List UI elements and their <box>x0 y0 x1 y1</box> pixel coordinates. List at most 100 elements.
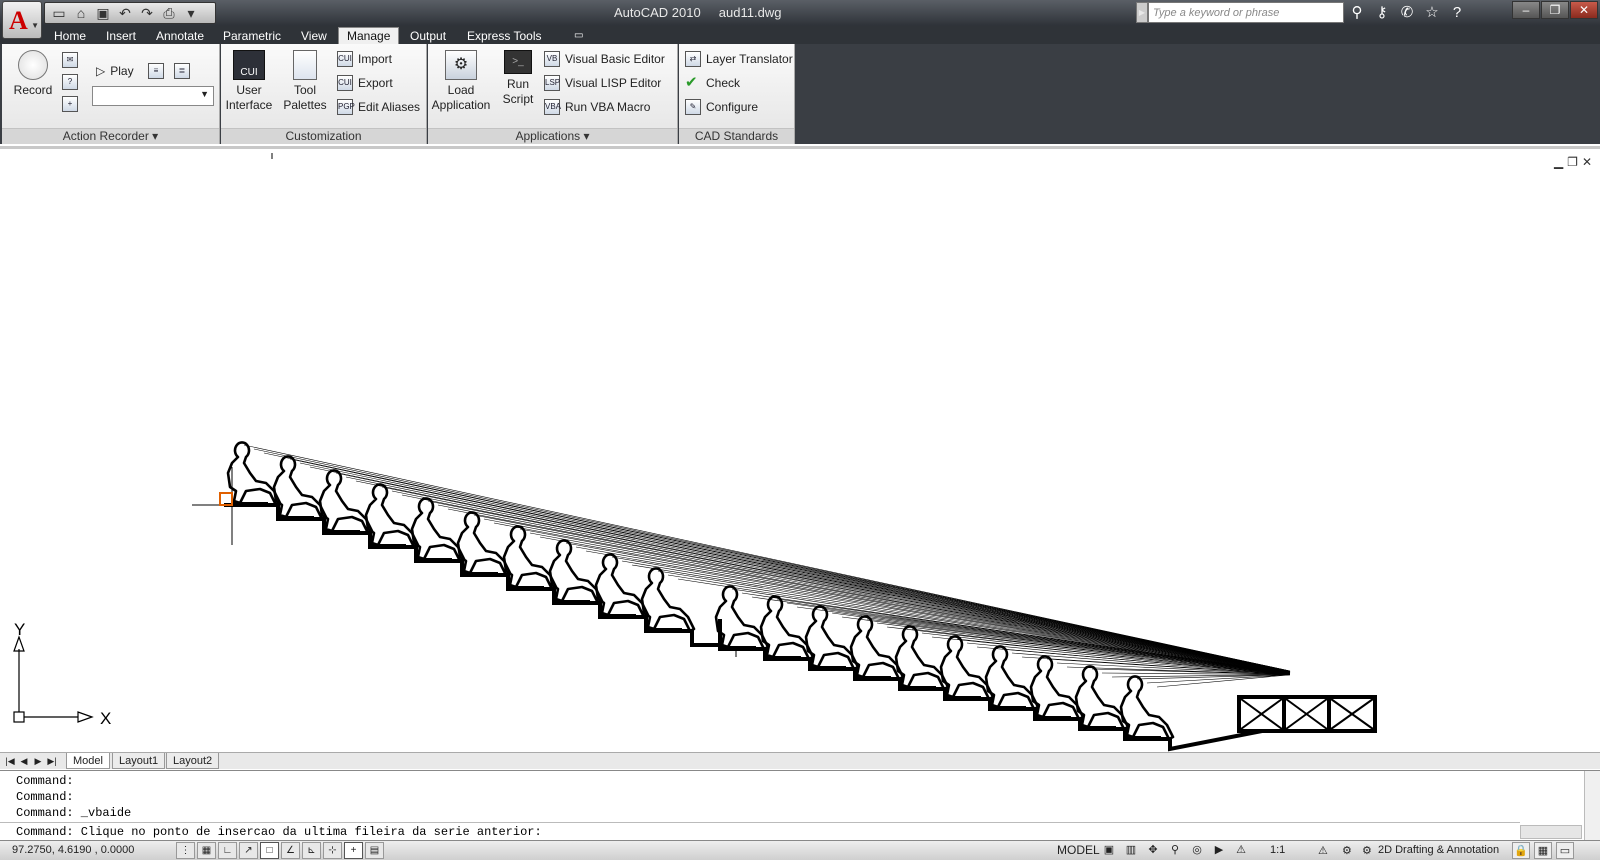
layer-translator-button[interactable]: ⇄ Layer Translator <box>685 50 793 68</box>
polar-toggle-icon[interactable]: ↗ <box>239 842 258 859</box>
tab-layout2[interactable]: Layout2 <box>166 753 220 769</box>
favorites-star-icon[interactable]: ☆ <box>1421 2 1443 23</box>
autocad-a-icon: A <box>9 6 28 35</box>
zoom-icon[interactable]: ⚲ <box>1166 842 1184 859</box>
run-vba-macro-button[interactable]: VBA Run VBA Macro <box>544 98 650 116</box>
lwt-toggle-icon[interactable]: + <box>344 842 363 859</box>
load-application-button[interactable]: ⚙ Load Application <box>430 50 492 113</box>
import-button[interactable]: CUI Import <box>337 50 392 68</box>
tab-insert[interactable]: Insert <box>98 28 144 44</box>
visual-lisp-editor-button[interactable]: LSP Visual LISP Editor <box>544 74 661 92</box>
help-icon[interactable]: ? <box>1446 2 1468 23</box>
annotation-scale-icon[interactable]: ⚠ <box>1232 842 1250 859</box>
showmotion-icon[interactable]: ▶ <box>1210 842 1228 859</box>
tab-parametric[interactable]: Parametric <box>215 28 289 44</box>
qp-toggle-icon[interactable]: ▤ <box>365 842 384 859</box>
application-menu-button[interactable]: A ▼ <box>2 1 42 39</box>
clean-screen-icon[interactable]: ▭ <box>1556 842 1574 859</box>
pan-icon[interactable]: ✥ <box>1144 842 1162 859</box>
new-icon[interactable]: ▭ <box>49 4 69 22</box>
record-button[interactable]: Record <box>10 50 56 98</box>
request-input-icon[interactable]: ? <box>62 74 78 90</box>
layout-tab-bar: |◀ ◀ ▶ ▶| Model Layout1 Layout2 <box>0 752 1600 769</box>
restore-window-icon[interactable]: ❐ <box>1541 1 1569 19</box>
command-separator <box>0 822 1520 823</box>
visual-basic-editor-button[interactable]: VB Visual Basic Editor <box>544 50 665 68</box>
panel-title-applications[interactable]: Applications ▾ <box>428 128 677 144</box>
search-expand-icon[interactable]: ▶ <box>1136 2 1148 23</box>
user-interface-button[interactable]: CUI User Interface <box>225 50 273 113</box>
seated-person <box>364 483 420 549</box>
communication-center-icon[interactable]: ✆ <box>1396 2 1418 23</box>
play-button[interactable]: ▷ Play <box>96 62 134 80</box>
export-button[interactable]: CUI Export <box>337 74 393 92</box>
minimize-window-icon[interactable]: – <box>1512 1 1540 19</box>
tab-home[interactable]: Home <box>46 28 94 44</box>
qat-dropdown-icon[interactable]: ▾ <box>181 4 201 22</box>
ducs-toggle-icon[interactable]: ⊾ <box>302 842 321 859</box>
run-script-button[interactable]: >_ Run Script <box>498 50 538 107</box>
workspace-gear-icon[interactable]: ⚙ <box>1362 844 1372 857</box>
infocenter-toolbar: ⚲ ⚷ ✆ ☆ ? <box>1346 2 1468 23</box>
model-space-button[interactable]: MODEL <box>1057 843 1100 857</box>
tab-annotate[interactable]: Annotate <box>148 28 212 44</box>
command-vertical-scrollbar[interactable] <box>1584 771 1600 841</box>
coordinate-readout[interactable]: 97.2750, 4.6190 , 0.0000 <box>12 844 134 856</box>
undo-icon[interactable]: ↶ <box>115 4 135 22</box>
last-layout-icon[interactable]: ▶| <box>46 754 58 768</box>
preference-icon[interactable]: ≡ <box>148 63 164 79</box>
snap-toggle-icon[interactable]: ⋮ <box>176 842 195 859</box>
sightline <box>427 500 1291 673</box>
panel-title-action-recorder[interactable]: Action Recorder ▾ <box>2 128 219 144</box>
infocenter-search-input[interactable]: Type a keyword or phrase <box>1148 2 1344 23</box>
tab-view[interactable]: View <box>293 28 335 44</box>
tool-palettes-icon <box>293 50 317 80</box>
open-icon[interactable]: ⌂ <box>71 4 91 22</box>
configure-button[interactable]: ✎ Configure <box>685 98 758 116</box>
save-icon[interactable]: ▣ <box>93 4 113 22</box>
tab-model[interactable]: Model <box>66 753 110 769</box>
check-button[interactable]: ✔ Check <box>685 74 740 92</box>
command-horizontal-scrollbar[interactable] <box>1520 825 1582 839</box>
annotation-scale[interactable]: 1:1 <box>1270 844 1285 856</box>
annotation-visibility-icon[interactable]: ⚠ <box>1318 844 1328 857</box>
tab-manage[interactable]: Manage <box>338 27 400 45</box>
ortho-toggle-icon[interactable]: ∟ <box>218 842 237 859</box>
cui-icon: CUI <box>233 50 265 80</box>
otrack-toggle-icon[interactable]: ∠ <box>281 842 300 859</box>
run-vba-macro-label: Run VBA Macro <box>565 100 651 114</box>
subscription-key-icon[interactable]: ⚷ <box>1371 2 1393 23</box>
manage-actions-icon[interactable]: ≣ <box>174 63 190 79</box>
plot-icon[interactable]: ⎙ <box>159 4 179 22</box>
hardware-acceleration-icon[interactable]: ▦ <box>1534 842 1552 859</box>
steering-wheel-icon[interactable]: ◎ <box>1188 842 1206 859</box>
tool-palettes-button[interactable]: Tool Palettes <box>281 50 329 113</box>
seated-person <box>984 645 1040 711</box>
redo-icon[interactable]: ↷ <box>137 4 157 22</box>
binoculars-icon[interactable]: ⚲ <box>1346 2 1368 23</box>
base-point-icon[interactable]: + <box>62 96 78 112</box>
osnap-toggle-icon[interactable]: □ <box>260 842 279 859</box>
tab-layout1[interactable]: Layout1 <box>112 753 166 769</box>
edit-aliases-button[interactable]: PGP Edit Aliases <box>337 98 420 116</box>
action-macro-select[interactable]: ▼ <box>92 86 214 106</box>
first-layout-icon[interactable]: |◀ <box>4 754 16 768</box>
drawing-viewport[interactable]: ▁ ❐ ✕ Y X <box>0 146 1600 752</box>
tab-output[interactable]: Output <box>402 28 454 44</box>
dyn-toggle-icon[interactable]: ⊹ <box>323 842 342 859</box>
seated-person <box>894 625 950 691</box>
quick-view-drawings-icon[interactable]: ▥ <box>1122 842 1140 859</box>
tab-express-tools[interactable]: Express Tools <box>459 28 549 44</box>
quick-view-layouts-icon[interactable]: ▣ <box>1100 842 1118 859</box>
prev-layout-icon[interactable]: ◀ <box>18 754 30 768</box>
sightline <box>611 556 1291 673</box>
workspace-switch[interactable]: 2D Drafting & Annotation <box>1378 844 1499 856</box>
insert-message-icon[interactable]: ✉ <box>62 52 78 68</box>
grid-toggle-icon[interactable]: ▦ <box>197 842 216 859</box>
close-window-icon[interactable]: ✕ <box>1570 1 1598 19</box>
ribbon-minimize-icon[interactable]: ▭ <box>566 28 591 44</box>
next-layout-icon[interactable]: ▶ <box>32 754 44 768</box>
lock-icon[interactable]: 🔒 <box>1512 842 1530 859</box>
auto-scale-icon[interactable]: ⚙ <box>1342 844 1352 857</box>
command-input[interactable]: Command: Clique no ponto de insercao da … <box>16 825 542 839</box>
